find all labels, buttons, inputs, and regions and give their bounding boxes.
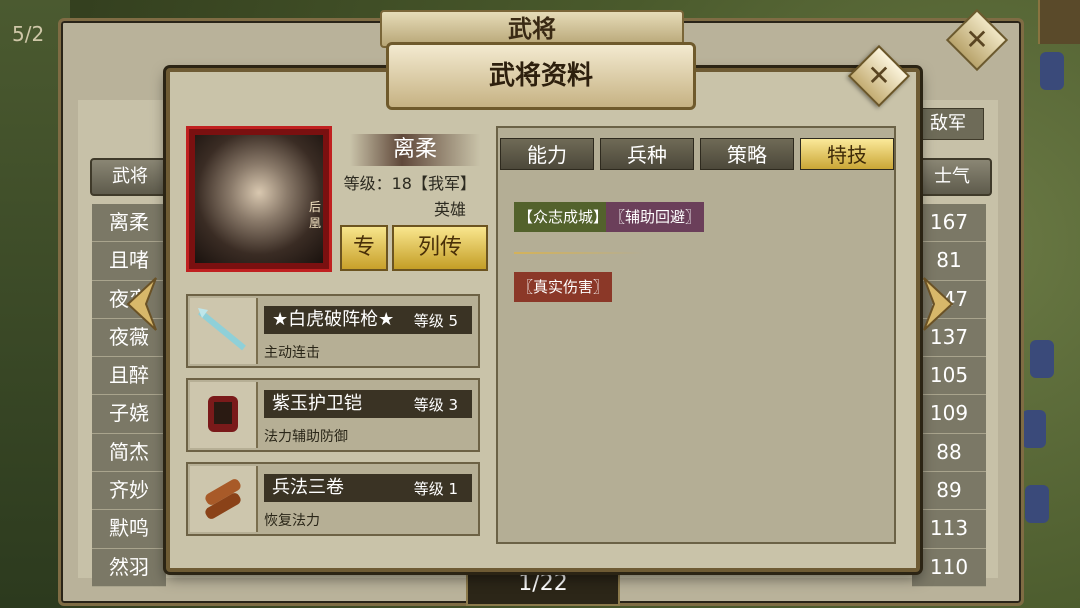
enemy-army-tab[interactable]: 敌军 [912, 108, 984, 140]
next-arrow-icon[interactable] [920, 276, 956, 332]
morale-cell: 88 [912, 433, 986, 473]
equipment-level: 等级 5 [413, 312, 458, 330]
general-column-header[interactable]: 武将 [90, 158, 170, 196]
morale-cell: 167 [912, 204, 986, 243]
equipment-name: 兵法三卷 [272, 477, 344, 498]
soldier-sprite [1040, 52, 1064, 90]
biography-button[interactable]: 列传 [392, 225, 488, 271]
table-row[interactable]: 简杰 [92, 433, 166, 473]
equipment-name: 紫玉护卫铠 [272, 393, 362, 414]
table-row[interactable]: 且啫 [92, 242, 166, 281]
equipment-slot-armor[interactable]: 紫玉护卫铠 等级 3 法力辅助防御 [186, 378, 480, 452]
scroll-icon [190, 466, 258, 532]
equipment-level: 等级 3 [413, 396, 458, 414]
morale-cell: 81 [912, 242, 986, 281]
divider [514, 252, 644, 254]
table-row[interactable]: 子娆 [92, 395, 166, 434]
prev-arrow-icon[interactable] [124, 276, 160, 332]
soldier-sprite [1022, 410, 1046, 448]
morale-column: 167 81 147 137 105 109 88 89 113 110 [912, 204, 986, 587]
tab-strategy[interactable]: 策略 [700, 138, 794, 170]
table-row[interactable]: 离柔 [92, 204, 166, 243]
morale-cell: 109 [912, 395, 986, 434]
equipment-level: 等级 1 [413, 480, 458, 498]
table-row[interactable]: 然羽 [92, 548, 166, 587]
hero-portrait: 后凰 [186, 126, 332, 272]
table-row[interactable]: 齐妙 [92, 472, 166, 511]
morale-cell: 89 [912, 472, 986, 511]
turn-counter: 5/2 [12, 22, 45, 46]
equipment-name: ★白虎破阵枪★ [272, 309, 395, 330]
morale-cell: 105 [912, 357, 986, 396]
portrait-tag: 后凰 [308, 200, 321, 230]
soldier-sprite [1025, 485, 1049, 523]
close-icon: ✕ [965, 23, 989, 56]
portrait-image [195, 135, 323, 263]
skill-badge[interactable]: 〖辅助回避〗 [606, 202, 705, 232]
close-icon: ✕ [867, 59, 891, 92]
dialog-title: 武将资料 [386, 42, 696, 110]
specialty-button[interactable]: 专 [340, 225, 388, 271]
top-right-frame [1038, 0, 1080, 44]
hero-type: 英雄 [433, 200, 466, 219]
general-name-column: 离柔 且啫 夜蛮 夜薇 且醉 子娆 简杰 齐妙 默鸣 然羽 [92, 204, 166, 587]
detail-tabs: 能力 兵种 策略 特技 [500, 138, 894, 170]
equipment-slot-weapon[interactable]: ★白虎破阵枪★ 等级 5 主动连击 [186, 294, 480, 368]
equipment-slot-book[interactable]: 兵法三卷 等级 1 恢复法力 [186, 462, 480, 536]
hero-level: 等级：18【我军】 [343, 174, 476, 193]
tab-skills[interactable]: 特技 [800, 138, 894, 170]
equipment-desc: 法力辅助防御 [264, 429, 348, 445]
table-row[interactable]: 默鸣 [92, 510, 166, 549]
skill-badge[interactable]: 【众志成城】 [514, 202, 613, 232]
equipment-desc: 主动连击 [264, 345, 320, 361]
hero-name: 离柔 [350, 134, 480, 166]
morale-column-header[interactable]: 士气 [912, 158, 992, 196]
soldier-sprite [1030, 340, 1054, 378]
table-row[interactable]: 且醉 [92, 357, 166, 396]
spear-icon [190, 298, 258, 364]
equipment-desc: 恢复法力 [264, 513, 320, 529]
armor-icon [190, 382, 258, 448]
morale-cell: 113 [912, 510, 986, 549]
skill-badge[interactable]: 〖真实伤害〗 [514, 272, 613, 302]
tab-ability[interactable]: 能力 [500, 138, 594, 170]
morale-cell: 110 [912, 548, 986, 587]
detail-panel [496, 126, 896, 544]
tab-troops[interactable]: 兵种 [600, 138, 694, 170]
